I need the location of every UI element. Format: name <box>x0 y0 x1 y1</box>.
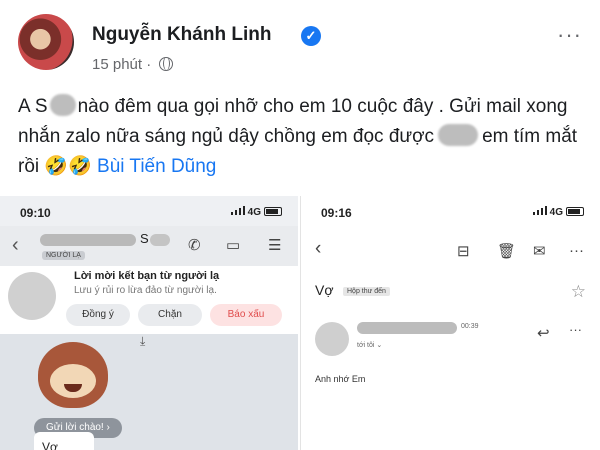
mail-toolbar: ‹ ⊟ 🗑 ✉ ··· <box>301 238 600 268</box>
chat-header: ‹ S NGƯỜI LẠ ✆ ▭ ☰ <box>0 226 298 266</box>
status-bar: 09:10 4G <box>0 206 298 222</box>
redacted-blur <box>357 322 457 334</box>
mail-screenshot[interactable]: 09:16 4G ‹ ⊟ 🗑 ✉ ··· Vợ Hộp thư đến ☆ 00… <box>300 196 600 450</box>
emoji: 🤣🤣 <box>44 156 92 177</box>
post-meta: 15 phút · <box>92 56 174 73</box>
video-icon[interactable]: ▭ <box>226 236 240 254</box>
more-icon[interactable]: ··· <box>569 322 582 337</box>
menu-icon[interactable]: ☰ <box>268 236 281 254</box>
verified-badge-icon: ✓ <box>301 26 321 46</box>
contact-avatar <box>8 272 56 320</box>
author-name[interactable]: Nguyễn Khánh Linh <box>92 24 271 46</box>
zalo-screenshot[interactable]: 09:10 4G ‹ S NGƯỜI LẠ ✆ ▭ ☰ Lời mời kết … <box>0 196 298 450</box>
battery-icon <box>264 207 282 216</box>
post-text: A Snào đêm qua gọi nhỡ cho em 10 cuộc đâ… <box>18 94 578 177</box>
download-icon[interactable]: ⤓ <box>140 334 145 349</box>
status-bar: 09:16 4G <box>301 206 600 222</box>
friend-request-card: Lời mời kết bạn từ người lạ Lưu ý rủi ro… <box>0 266 298 334</box>
stranger-badge: NGƯỜI LẠ <box>42 251 85 260</box>
trash-icon[interactable]: 🗑 <box>497 242 516 260</box>
tagged-user-link[interactable]: Bùi Tiến Dũng <box>97 156 216 177</box>
more-icon[interactable]: ··· <box>569 242 584 259</box>
mail-icon[interactable]: ✉ <box>533 242 546 260</box>
star-icon[interactable]: ☆ <box>571 282 586 302</box>
globe-icon <box>159 57 174 71</box>
redacted-blur <box>438 124 479 146</box>
signal-icon <box>230 206 245 215</box>
reply-icon[interactable]: ↩ <box>537 324 550 342</box>
accept-button[interactable]: Đồng ý <box>66 304 130 326</box>
mail-subject: Vợ <box>315 282 334 298</box>
sticker-image <box>38 342 108 408</box>
post-header: Nguyễn Khánh Linh ✓ 15 phút · ··· <box>18 14 588 84</box>
mail-recipient[interactable]: tới tôi ⌄ <box>357 341 382 349</box>
redacted-blur <box>49 94 76 116</box>
mail-time: 00:39 <box>461 323 479 330</box>
sender-avatar <box>315 322 349 356</box>
inbox-label: Hộp thư đến <box>343 287 390 296</box>
archive-icon[interactable]: ⊟ <box>457 242 470 260</box>
redacted-blur <box>40 234 136 246</box>
mail-body: Anh nhớ Em <box>315 374 366 384</box>
phone-icon[interactable]: ✆ <box>188 236 201 254</box>
redacted-blur <box>150 234 170 246</box>
back-icon[interactable]: ‹ <box>315 238 321 260</box>
author-avatar[interactable] <box>18 14 74 70</box>
battery-icon <box>566 207 584 216</box>
report-button[interactable]: Báo xấu <box>210 304 282 326</box>
message-bubble: Vợ <box>34 432 94 450</box>
more-options-icon[interactable]: ··· <box>557 22 582 48</box>
signal-icon <box>532 206 547 215</box>
post-time[interactable]: 15 phút <box>92 56 142 73</box>
block-button[interactable]: Chặn <box>138 304 202 326</box>
back-icon[interactable]: ‹ <box>12 234 19 257</box>
